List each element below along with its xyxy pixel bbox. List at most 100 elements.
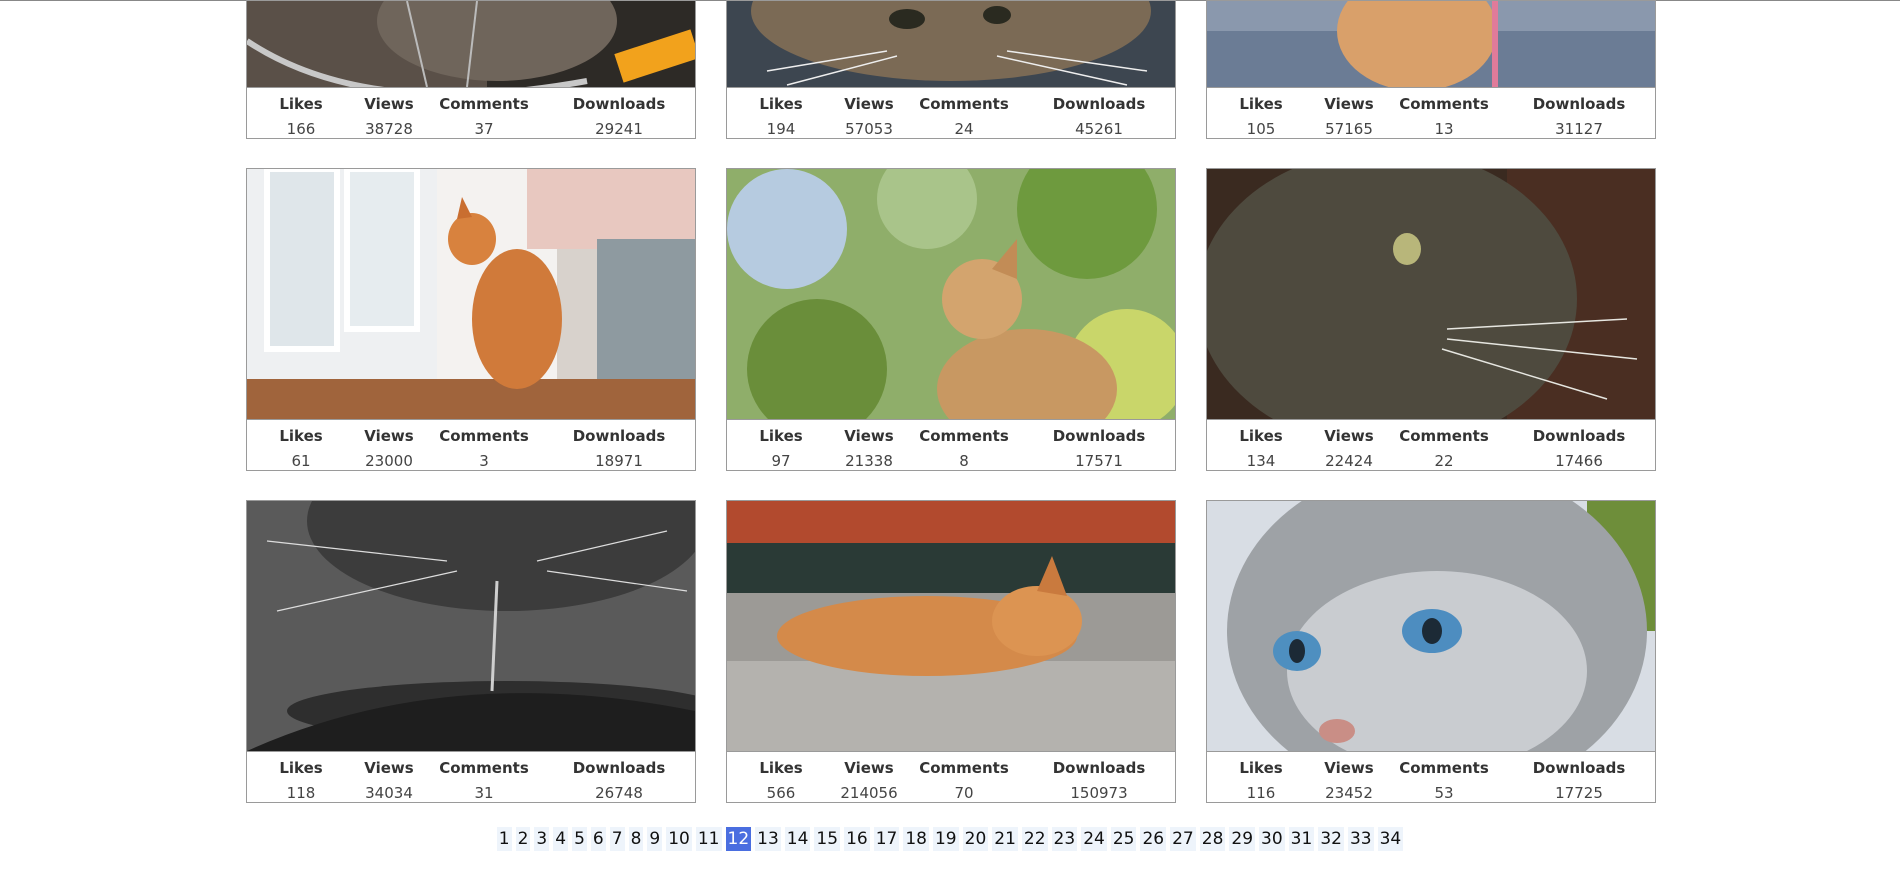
cat-photo[interactable] (247, 1, 695, 88)
image-card-9[interactable]: Likes 116 Views 23452 Comments 53 Downloads… (1206, 500, 1656, 803)
views-stat: Views 57165 (1317, 88, 1381, 138)
page-link-15[interactable]: 15 (814, 827, 841, 851)
downloads-stat: Downloads 31127 (1507, 88, 1651, 138)
downloads-value: 26748 (595, 784, 643, 802)
page-link-1[interactable]: 1 (496, 827, 512, 851)
page-link-4[interactable]: 4 (553, 827, 569, 851)
views-stat: Views 22424 (1317, 420, 1381, 470)
stats-row: Likes 566 Views 214056 Comments 70 Download… (727, 752, 1175, 802)
page-link-17[interactable]: 17 (873, 827, 900, 851)
likes-label: Likes (279, 95, 323, 113)
page-link-25[interactable]: 25 (1110, 827, 1137, 851)
cat-photo[interactable] (727, 501, 1175, 752)
views-stat: Views 214056 (837, 752, 901, 802)
cat-photo[interactable] (1207, 1, 1655, 88)
page-link-14[interactable]: 14 (784, 827, 811, 851)
stats-row: Likes 105 Views 57165 Comments 13 Downloads… (1207, 88, 1655, 138)
comments-value: 24 (954, 120, 974, 138)
stats-row: Likes 194 Views 57053 Comments 24 Downloads… (727, 88, 1175, 138)
downloads-stat: Downloads 17725 (1507, 752, 1651, 802)
image-card-6[interactable]: Likes 134 Views 22424 Comments 22 Downloads… (1206, 168, 1656, 471)
page-link-30[interactable]: 30 (1259, 827, 1285, 851)
page-link-32[interactable]: 32 (1318, 827, 1344, 851)
stats-row: Likes 97 Views 21338 Comments 8 Downloads 17… (727, 420, 1175, 470)
image-card-8[interactable]: Likes 566 Views 214056 Comments 70 Download… (726, 500, 1176, 803)
likes-value: 118 (286, 784, 316, 802)
page-link-19[interactable]: 19 (932, 827, 959, 851)
image-card-2[interactable]: Likes 194 Views 57053 Comments 24 Downloads… (726, 0, 1176, 139)
page-link-13[interactable]: 13 (755, 827, 781, 851)
page-link-21[interactable]: 21 (992, 827, 1018, 851)
page-link-10[interactable]: 10 (666, 827, 692, 851)
likes-value: 566 (766, 784, 796, 802)
downloads-label: Downloads (1052, 759, 1146, 777)
downloads-value: 17571 (1075, 452, 1123, 470)
comments-value: 31 (474, 784, 494, 802)
views-stat: Views 21338 (837, 420, 901, 470)
comments-label: Comments (1399, 95, 1489, 113)
page-link-28[interactable]: 28 (1199, 827, 1226, 851)
page-link-34[interactable]: 34 (1377, 827, 1404, 851)
page-link-22[interactable]: 22 (1021, 827, 1048, 851)
image-card-3[interactable]: Likes 105 Views 57165 Comments 13 Downloads… (1206, 0, 1656, 139)
page-link-12[interactable]: 12 (725, 827, 752, 851)
comments-value: 53 (1434, 784, 1454, 802)
likes-value: 105 (1246, 120, 1276, 138)
page-link-16[interactable]: 16 (844, 827, 870, 851)
image-card-5[interactable]: Likes 97 Views 21338 Comments 8 Downloads 17… (726, 168, 1176, 471)
likes-label: Likes (1239, 759, 1283, 777)
cat-photo[interactable] (1207, 169, 1655, 420)
page-link-11[interactable]: 11 (695, 827, 722, 851)
views-value: 214056 (840, 784, 898, 802)
downloads-label: Downloads (1052, 427, 1146, 445)
page-link-6[interactable]: 6 (590, 827, 606, 851)
image-card-1[interactable]: Likes 166 Views 38728 Comments 37 Downloads… (246, 0, 696, 139)
comments-stat: Comments 13 (1389, 88, 1499, 138)
views-label: Views (844, 95, 894, 113)
image-card-4[interactable]: Likes 61 Views 23000 Comments 3 Downloads 18… (246, 168, 696, 471)
views-stat: Views 23452 (1317, 752, 1381, 802)
page-link-24[interactable]: 24 (1081, 827, 1107, 851)
cat-photo[interactable] (247, 169, 695, 420)
views-stat: Views 34034 (357, 752, 421, 802)
comments-value: 3 (479, 452, 489, 470)
views-label: Views (364, 95, 414, 113)
views-label: Views (844, 759, 894, 777)
page-link-2[interactable]: 2 (515, 827, 531, 851)
downloads-value: 45261 (1075, 120, 1123, 138)
page-link-31[interactable]: 31 (1288, 827, 1315, 851)
page-link-29[interactable]: 29 (1229, 827, 1256, 851)
page-link-9[interactable]: 9 (647, 827, 663, 851)
page-link-8[interactable]: 8 (628, 827, 644, 851)
views-value: 21338 (845, 452, 893, 470)
views-label: Views (364, 427, 414, 445)
page-link-33[interactable]: 33 (1347, 827, 1374, 851)
downloads-label: Downloads (1532, 427, 1626, 445)
downloads-stat: Downloads 26748 (547, 752, 691, 802)
comments-label: Comments (919, 759, 1009, 777)
stats-row: Likes 118 Views 34034 Comments 31 Downloads… (247, 752, 695, 802)
page-link-18[interactable]: 18 (903, 827, 929, 851)
cat-photo[interactable] (1207, 501, 1655, 752)
page-link-5[interactable]: 5 (572, 827, 587, 851)
downloads-value: 150973 (1070, 784, 1128, 802)
page-link-26[interactable]: 26 (1140, 827, 1167, 851)
comments-stat: Comments 24 (909, 88, 1019, 138)
cat-photo[interactable] (727, 1, 1175, 88)
cat-photo[interactable] (247, 501, 695, 752)
cat-photo[interactable] (727, 169, 1175, 420)
likes-value: 134 (1246, 452, 1276, 470)
page-link-3[interactable]: 3 (534, 827, 550, 851)
page-link-23[interactable]: 23 (1051, 827, 1078, 851)
downloads-value: 17466 (1555, 452, 1603, 470)
views-value: 23000 (365, 452, 413, 470)
page-link-7[interactable]: 7 (609, 827, 625, 851)
page-link-20[interactable]: 20 (962, 827, 989, 851)
likes-stat: Likes 134 (1213, 420, 1309, 470)
comments-value: 8 (959, 452, 969, 470)
image-card-7[interactable]: Likes 118 Views 34034 Comments 31 Downloads… (246, 500, 696, 803)
comments-value: 22 (1434, 452, 1454, 470)
comments-stat: Comments 3 (429, 420, 539, 470)
comments-label: Comments (1399, 759, 1489, 777)
page-link-27[interactable]: 27 (1170, 827, 1196, 851)
